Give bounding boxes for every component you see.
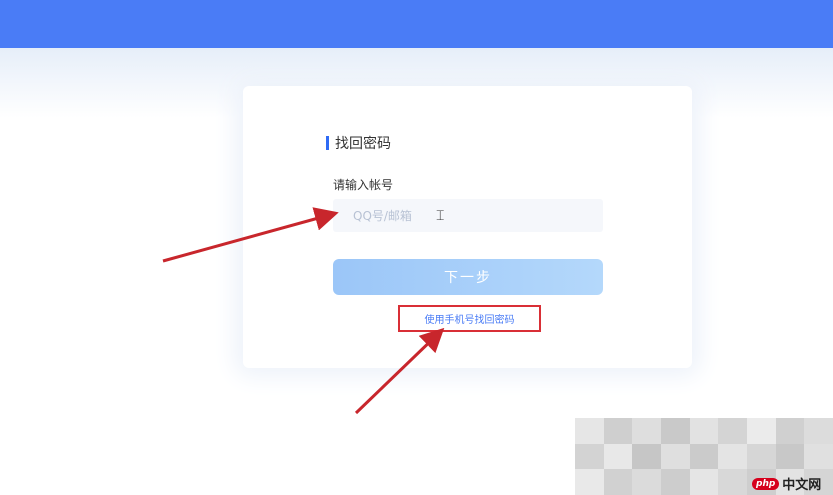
site-watermark: php 中文网 <box>752 474 821 493</box>
next-step-button[interactable]: 下一步 <box>333 259 603 295</box>
page-title: 找回密码 <box>335 136 391 152</box>
watermark-badge: php <box>752 477 780 490</box>
account-input[interactable] <box>333 199 603 232</box>
section-title: 找回密码 <box>326 133 391 153</box>
text-cursor-icon: ⌶ <box>436 208 445 224</box>
account-label: 请输入帐号 <box>333 178 394 192</box>
top-header-bar <box>0 0 833 48</box>
watermark-site-name: 中文网 <box>782 478 822 493</box>
title-accent-bar <box>326 136 329 150</box>
phone-recovery-link[interactable]: 使用手机号找回密码 <box>398 305 541 332</box>
